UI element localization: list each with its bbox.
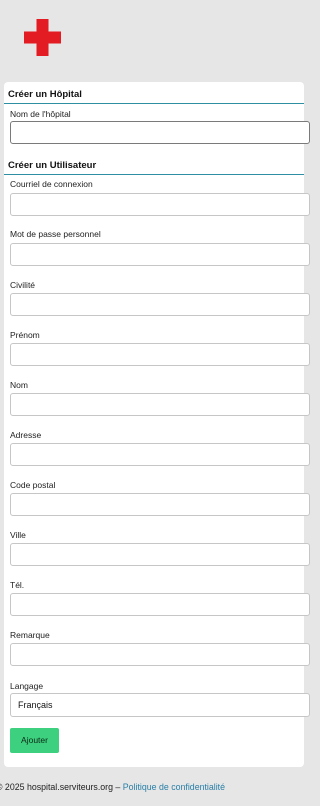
postal-code-label: Code postal xyxy=(10,480,56,490)
privacy-policy-link[interactable]: Politique de confidentialité xyxy=(123,782,225,792)
page: Créer un Hôpital Nom de l'hôpital Créer … xyxy=(0,0,310,806)
remark-input[interactable] xyxy=(10,643,310,666)
city-label: Ville xyxy=(10,530,26,540)
add-button[interactable]: Ajouter xyxy=(10,728,59,753)
red-cross-icon xyxy=(24,19,61,56)
email-label: Courriel de connexion xyxy=(10,179,93,189)
phone-input[interactable] xyxy=(10,593,310,616)
password-input[interactable] xyxy=(10,243,310,266)
civility-input[interactable] xyxy=(10,293,310,316)
address-input[interactable] xyxy=(10,443,310,466)
first-name-label: Prénom xyxy=(10,330,40,340)
user-section-title: Créer un Utilisateur xyxy=(8,160,97,171)
language-label: Langage xyxy=(10,681,44,691)
hospital-name-input[interactable] xyxy=(10,121,310,144)
language-selected-value: Français xyxy=(18,700,53,710)
city-input[interactable] xyxy=(10,543,310,566)
hospital-section-title: Créer un Hôpital xyxy=(8,89,82,100)
last-name-input[interactable] xyxy=(10,393,310,416)
first-name-input[interactable] xyxy=(10,343,310,366)
remark-label: Remarque xyxy=(10,630,50,640)
civility-label: Civilité xyxy=(10,280,36,290)
language-select[interactable]: Français xyxy=(10,693,310,717)
postal-code-input[interactable] xyxy=(10,493,310,516)
copyright-text: © 2025 hospital.serviteurs.org – xyxy=(0,782,121,792)
last-name-label: Nom xyxy=(10,380,28,390)
footer: © 2025 hospital.serviteurs.org – Politiq… xyxy=(0,782,225,792)
email-input[interactable] xyxy=(10,193,310,216)
password-label: Mot de passe personnel xyxy=(10,229,101,239)
section-divider xyxy=(4,174,304,175)
address-label: Adresse xyxy=(10,430,42,440)
section-divider xyxy=(4,103,304,104)
hospital-name-label: Nom de l'hôpital xyxy=(10,109,71,119)
phone-label: Tél. xyxy=(10,580,25,590)
